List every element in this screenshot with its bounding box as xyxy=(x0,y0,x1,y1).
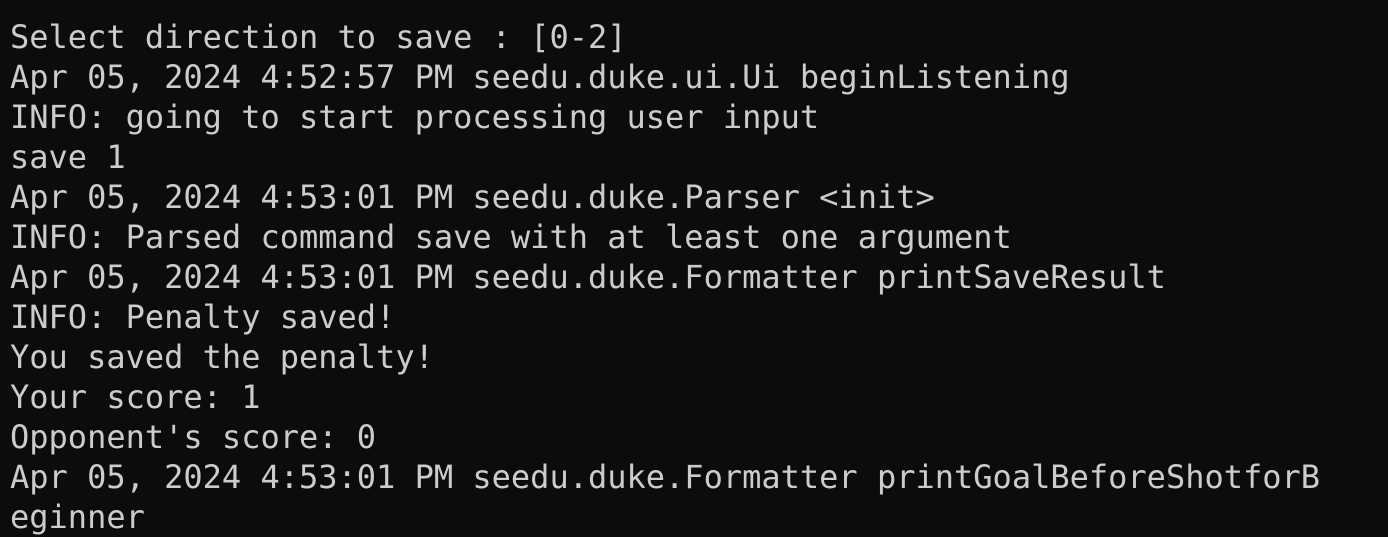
terminal-output[interactable]: Select direction to save : [0-2] Apr 05,… xyxy=(0,0,1388,537)
terminal-line: Apr 05, 2024 4:52:57 PM seedu.duke.ui.Ui… xyxy=(10,58,1070,96)
terminal-line: Opponent's score: 0 xyxy=(10,418,377,456)
terminal-line: INFO: Parsed command save with at least … xyxy=(10,218,1012,256)
terminal-line: Apr 05, 2024 4:53:01 PM seedu.duke.Forma… xyxy=(10,458,1321,496)
terminal-line: Apr 05, 2024 4:53:01 PM seedu.duke.Forma… xyxy=(10,258,1166,296)
terminal-line: You saved the penalty! xyxy=(10,338,434,376)
terminal-line: eginner xyxy=(10,498,145,536)
terminal-line: Your score: 1 xyxy=(10,378,261,416)
terminal-line: INFO: going to start processing user inp… xyxy=(10,98,820,136)
terminal-line: Select direction to save : [0-2] xyxy=(10,18,627,56)
terminal-line: save 1 xyxy=(10,138,126,176)
terminal-line: INFO: Penalty saved! xyxy=(10,298,396,336)
terminal-line: Apr 05, 2024 4:53:01 PM seedu.duke.Parse… xyxy=(10,178,935,216)
